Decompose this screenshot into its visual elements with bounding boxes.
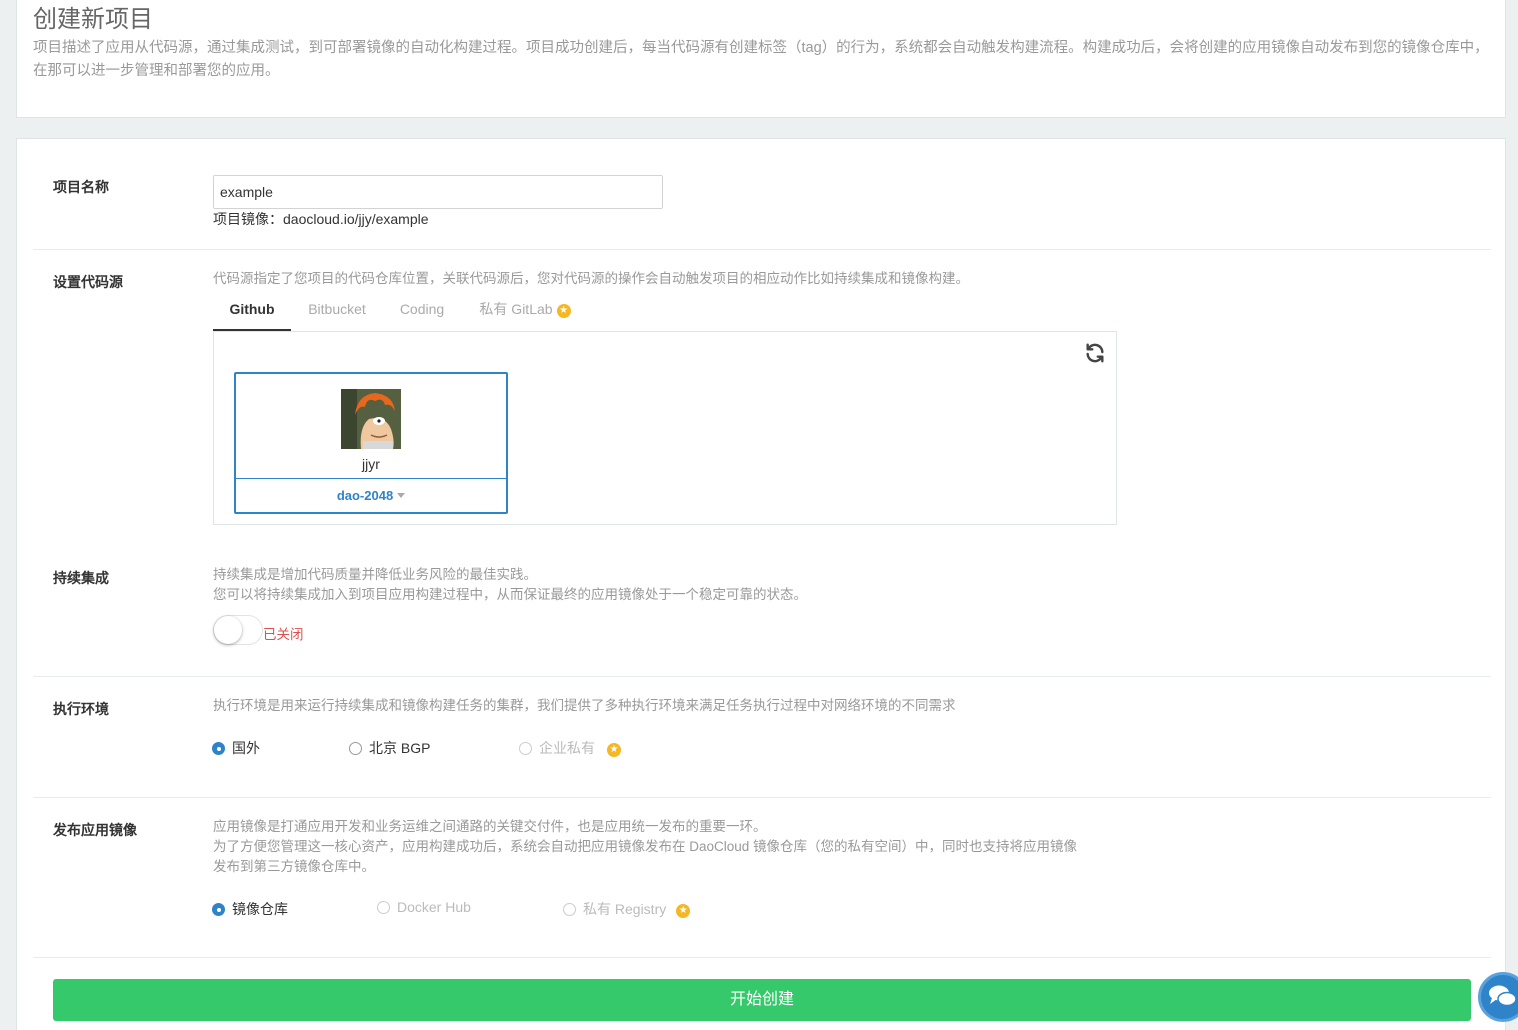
radio-checked-icon [212, 903, 225, 916]
section-divider [33, 797, 1491, 798]
project-name-label: 项目名称 [53, 179, 109, 195]
publish-help-line1: 应用镜像是打通应用开发和业务运维之间通路的关键交付件，也是应用统一发布的重要一环… [213, 819, 767, 834]
code-source-help: 代码源指定了您项目的代码仓库位置，关联代码源后，您对代码源的操作会自动触发项目的… [213, 271, 969, 286]
ci-help-line2: 您可以将持续集成加入到项目应用构建过程中，从而保证最终的应用镜像处于一个稳定可靠… [213, 587, 807, 602]
project-name-input[interactable] [213, 175, 663, 209]
env-label: 执行环境 [53, 701, 109, 717]
image-path-prefix: 项目镜像： [213, 211, 283, 227]
toggle-knob [214, 616, 242, 644]
avatar-image [341, 389, 401, 449]
tab-coding-label: Coding [399, 301, 445, 317]
premium-star-icon: ★ [607, 743, 621, 757]
account-divider [236, 478, 506, 479]
refresh-icon[interactable] [1084, 342, 1106, 364]
tab-bitbucket-label: Bitbucket [308, 301, 366, 317]
publish-help-line2: 为了方便您管理这一核心资产，应用构建成功后，系统会自动把应用镜像发布在 DaoC… [213, 839, 1078, 854]
env-option-overseas[interactable]: 国外 [212, 738, 260, 758]
publish-option-label: 镜像仓库 [232, 901, 288, 917]
env-option-label: 国外 [232, 740, 260, 756]
account-name: jjyr [362, 456, 380, 472]
env-option-enterprise[interactable]: 企业私有 ★ [519, 738, 621, 758]
ci-help-line1: 持续集成是增加代码质量并降低业务风险的最佳实践。 [213, 567, 537, 582]
page-description: 项目描述了应用从代码源，通过集成测试，到可部署镜像的自动化构建过程。项目成功创建… [33, 40, 1489, 79]
tab-github-label: Github [229, 301, 275, 317]
ci-status-text: 已关闭 [263, 627, 304, 642]
page-title: 创建新项目 [33, 6, 153, 33]
radio-icon [349, 742, 362, 755]
avatar [341, 389, 401, 449]
publish-option-registry[interactable]: 镜像仓库 [212, 899, 288, 919]
publish-label: 发布应用镜像 [53, 822, 137, 838]
tab-bitbucket[interactable]: Bitbucket [297, 293, 377, 331]
publish-option-label: 私有 Registry [583, 901, 667, 917]
create-project-form: 项目名称 项目镜像：daocloud.io/jjy/example 设置代码源 … [16, 138, 1506, 1030]
ci-label: 持续集成 [53, 570, 109, 586]
section-divider [33, 249, 1491, 250]
ci-toggle[interactable] [213, 615, 263, 645]
github-account-card[interactable]: jjyr dao-2048 [234, 372, 508, 514]
radio-checked-icon [212, 742, 225, 755]
radio-icon [519, 742, 532, 755]
radio-icon [377, 901, 390, 914]
publish-option-label: Docker Hub [397, 899, 471, 915]
repository-panel: jjyr dao-2048 [213, 331, 1117, 525]
section-divider [33, 957, 1491, 958]
support-chat-button[interactable] [1478, 972, 1518, 1022]
publish-option-private-registry[interactable]: 私有 Registry ★ [563, 899, 691, 919]
radio-icon [563, 903, 576, 916]
image-path-value: daocloud.io/jjy/example [283, 211, 429, 227]
publish-option-docker-hub[interactable]: Docker Hub [377, 899, 471, 915]
organization-value: dao-2048 [336, 488, 394, 503]
intro-card: 创建新项目 项目描述了应用从代码源，通过集成测试，到可部署镜像的自动化构建过程。… [16, 0, 1506, 118]
code-source-tabs: Github Bitbucket Coding 私有 GitLab ★ [213, 293, 1117, 331]
tab-private-gitlab[interactable]: 私有 GitLab ★ [473, 293, 577, 331]
premium-star-icon: ★ [556, 304, 571, 318]
publish-help-line3: 发布到第三方镜像仓库中。 [213, 859, 375, 874]
env-option-label: 北京 BGP [369, 740, 431, 756]
tab-coding[interactable]: Coding [389, 293, 455, 331]
chat-icon [1489, 985, 1517, 1007]
tab-private-gitlab-label: 私有 GitLab [479, 301, 553, 317]
tab-github[interactable]: Github [213, 293, 291, 331]
section-divider [33, 676, 1491, 677]
organization-dropdown[interactable]: dao-2048 [236, 488, 506, 503]
env-option-beijing-bgp[interactable]: 北京 BGP [349, 738, 430, 758]
caret-down-icon [397, 493, 406, 498]
create-project-button[interactable]: 开始创建 [53, 979, 1471, 1021]
project-image-path: 项目镜像：daocloud.io/jjy/example [213, 209, 429, 229]
premium-star-icon: ★ [676, 904, 691, 918]
code-source-label: 设置代码源 [53, 274, 123, 290]
env-help: 执行环境是用来运行持续集成和镜像构建任务的集群，我们提供了多种执行环境来满足任务… [213, 698, 956, 713]
env-option-label: 企业私有 [539, 740, 595, 756]
